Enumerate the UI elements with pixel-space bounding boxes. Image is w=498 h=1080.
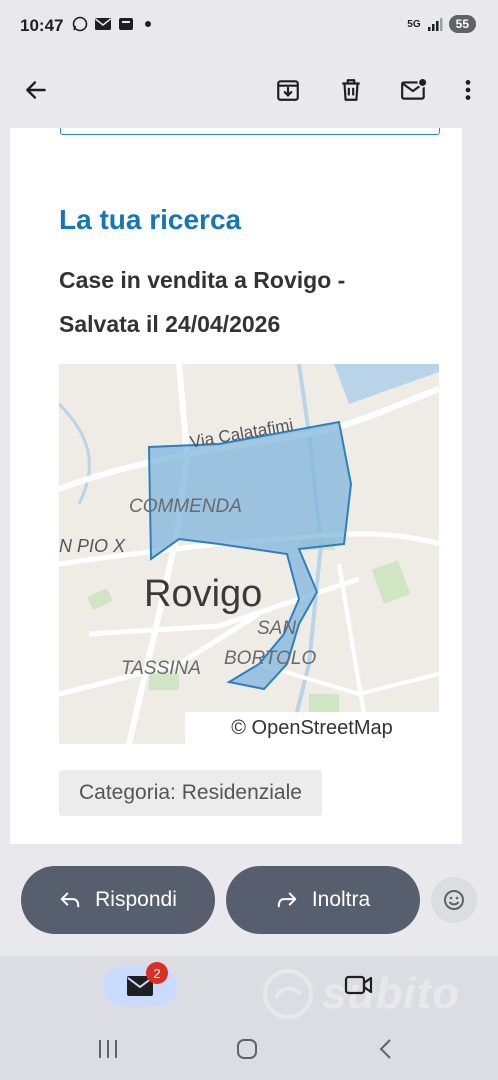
home-button[interactable] (235, 1038, 259, 1065)
more-options-button[interactable] (450, 72, 486, 108)
forward-button[interactable]: Inoltra (226, 866, 420, 934)
map-label-tassina: TASSINA (121, 658, 201, 679)
content-divider (60, 128, 440, 135)
watermark-text: subito (322, 969, 460, 1018)
bottom-navigation: 2 subito (0, 956, 498, 1080)
map-label-pio-x: N PIO X (59, 536, 126, 556)
map-label-commenda: COMMENDA (129, 496, 242, 517)
recent-apps-icon (99, 1040, 117, 1058)
subito-logo-icon (263, 969, 313, 1019)
arrow-back-icon (26, 81, 46, 99)
mark-unread-button[interactable] (396, 72, 432, 108)
map-label-rovigo: Rovigo (144, 573, 262, 615)
home-icon (237, 1039, 257, 1059)
status-bar: 10:47 5G 55 (0, 0, 498, 52)
category-chip: Categoria: Residenziale (59, 770, 322, 816)
email-toolbar (0, 52, 498, 128)
map-graphic: Via Calatafimi COMMENDA N PIO X Rovigo S… (57, 363, 441, 745)
forward-label: Inoltra (311, 888, 371, 911)
status-time: 10:47 (20, 16, 64, 35)
battery-indicator: 55 (448, 15, 476, 33)
mail-notification-icon (94, 18, 111, 31)
inbox-notification-icon (118, 18, 133, 31)
smiley-icon (444, 890, 464, 910)
nav-meet-tab[interactable] (344, 974, 374, 1001)
reply-label: Rispondi (95, 888, 177, 911)
delete-button[interactable] (333, 72, 369, 108)
archive-icon (277, 80, 299, 101)
status-right: 5G 55 (407, 15, 476, 33)
email-body: La tua ricerca Case in vendita a Rovigo … (10, 128, 462, 844)
archive-button[interactable] (270, 72, 306, 108)
reply-icon (60, 892, 80, 908)
system-back-button[interactable] (376, 1038, 396, 1065)
map-label-bortolo: BORTOLO (224, 648, 316, 669)
email-actions: Rispondi Inoltra (0, 844, 498, 956)
reply-button[interactable]: Rispondi (21, 866, 215, 934)
video-camera-icon (344, 975, 373, 995)
search-subtitle: Case in vendita a Rovigo - Salvata il 24… (59, 267, 346, 337)
signal-icon (427, 18, 443, 31)
more-vert-icon (465, 80, 471, 100)
recent-apps-button[interactable] (96, 1038, 120, 1065)
back-button[interactable] (18, 72, 54, 108)
search-area-map[interactable]: Via Calatafimi COMMENDA N PIO X Rovigo S… (57, 363, 441, 745)
map-label-san: SAN (257, 618, 296, 639)
mail-unread-badge: 2 (146, 962, 168, 984)
dot-icon (144, 21, 151, 28)
forward-icon (277, 892, 297, 908)
whatsapp-icon (72, 16, 88, 32)
trash-icon (342, 79, 360, 101)
search-heading: La tua ricerca (59, 204, 242, 235)
chevron-left-icon (379, 1039, 391, 1059)
network-label: 5G (407, 18, 421, 30)
map-attribution[interactable]: © OpenStreetMap (185, 712, 439, 744)
notification-icons (72, 15, 152, 32)
emoji-reaction-button[interactable] (431, 877, 477, 923)
mail-unread-icon (401, 77, 428, 100)
